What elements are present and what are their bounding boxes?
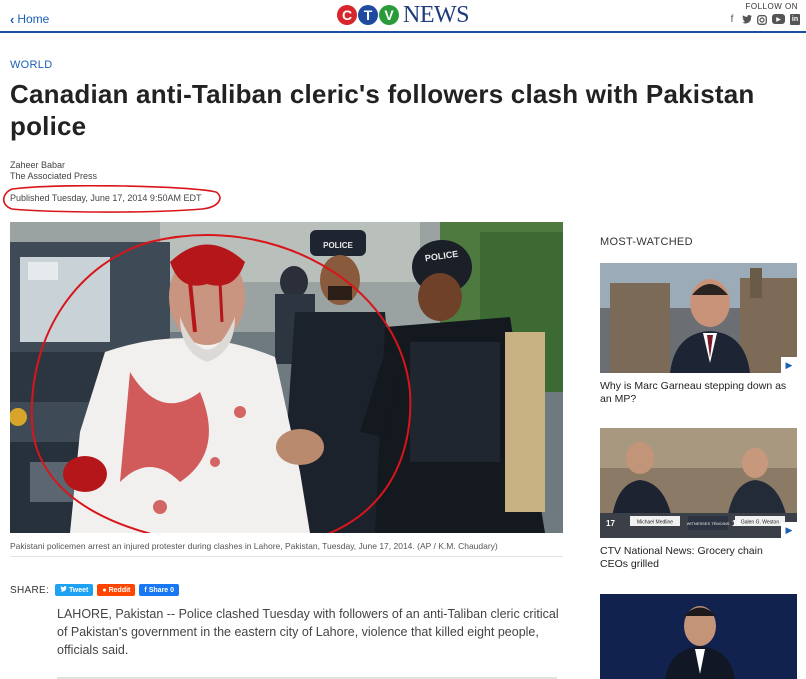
video-thumbnail[interactable] — [600, 594, 797, 679]
reddit-label: Reddit — [108, 586, 131, 594]
video-thumbnail[interactable]: ▶ — [600, 263, 797, 373]
play-icon: ▶ — [781, 522, 797, 538]
most-watched-title: MOST-WATCHED — [600, 236, 693, 248]
ctv-news-logo[interactable]: C T V NEWS — [337, 1, 470, 28]
logo-letter-t: T — [358, 5, 378, 25]
tweet-label: Tweet — [69, 586, 89, 594]
play-icon: ▶ — [781, 357, 797, 373]
nameplate-1: Michael Medline — [637, 520, 673, 526]
facebook-icon[interactable]: f — [727, 14, 737, 25]
facebook-share-label: Share 0 — [148, 586, 175, 594]
video-card-title[interactable]: CTV National News: Grocery chain CEOs gr… — [600, 545, 792, 571]
photo-caption: Pakistani policemen arrest an injured pr… — [10, 541, 498, 551]
witnesses-tag: WITNESSES TÉMOINS — [687, 521, 730, 526]
protest-photo-illustration: POLICE POLICE — [10, 222, 563, 533]
nameplate-2: Galen G. Weston — [741, 520, 779, 526]
home-label: Home — [17, 12, 50, 26]
twitter-icon — [60, 586, 67, 594]
reddit-button[interactable]: ● Reddit — [97, 584, 136, 596]
top-bar: ‹ Home C T V NEWS FOLLOW ON f ▶ in — [0, 0, 806, 33]
author-organization: The Associated Press — [10, 171, 98, 181]
social-links: f ▶ in — [727, 14, 800, 25]
byline: Zaheer Babar The Associated Press — [10, 160, 97, 182]
article-headline: Canadian anti-Taliban cleric's followers… — [10, 79, 755, 141]
chevron-left-icon: ‹ — [10, 11, 15, 27]
video-thumbnail[interactable]: Michael Medline Galen G. Weston WITNESSE… — [600, 428, 797, 538]
seat-badge-2: 16 — [732, 519, 741, 528]
reddit-icon: ● — [102, 586, 107, 594]
logo-letter-c: C — [337, 5, 357, 25]
red-annotation-circle-date — [2, 185, 221, 213]
youtube-icon[interactable]: ▶ — [772, 14, 785, 24]
tweet-button[interactable]: Tweet — [55, 584, 94, 596]
cap-label-1: POLICE — [323, 241, 353, 250]
video-card[interactable] — [600, 594, 797, 679]
article-paragraph: LAHORE, Pakistan -- Police clashed Tuesd… — [57, 607, 559, 657]
linkedin-icon[interactable]: in — [790, 14, 800, 25]
article-paragraph-partial — [57, 670, 567, 679]
follow-label: FOLLOW ON — [745, 2, 798, 11]
video-card[interactable]: Michael Medline Galen G. Weston WITNESSE… — [600, 428, 797, 571]
logo-word: NEWS — [403, 1, 470, 28]
facebook-share-button[interactable]: f Share 0 — [139, 584, 180, 596]
twitter-icon[interactable] — [742, 14, 752, 25]
logo-letter-v: V — [379, 5, 399, 25]
share-bar: SHARE: Tweet ● Reddit f Share 0 — [10, 584, 180, 596]
share-label: SHARE: — [10, 584, 50, 596]
author-name: Zaheer Babar — [10, 160, 66, 170]
home-link[interactable]: ‹ Home — [10, 12, 49, 26]
instagram-icon[interactable] — [757, 14, 767, 25]
seat-badge-1: 17 — [606, 519, 615, 528]
category-link[interactable]: WORLD — [10, 59, 52, 71]
article-photo[interactable]: POLICE POLICE — [10, 222, 563, 533]
video-card[interactable]: ▶ Why is Marc Garneau stepping down as a… — [600, 263, 797, 406]
facebook-icon: f — [144, 586, 147, 594]
caption-divider — [10, 556, 563, 557]
video-card-title[interactable]: Why is Marc Garneau stepping down as an … — [600, 380, 792, 406]
